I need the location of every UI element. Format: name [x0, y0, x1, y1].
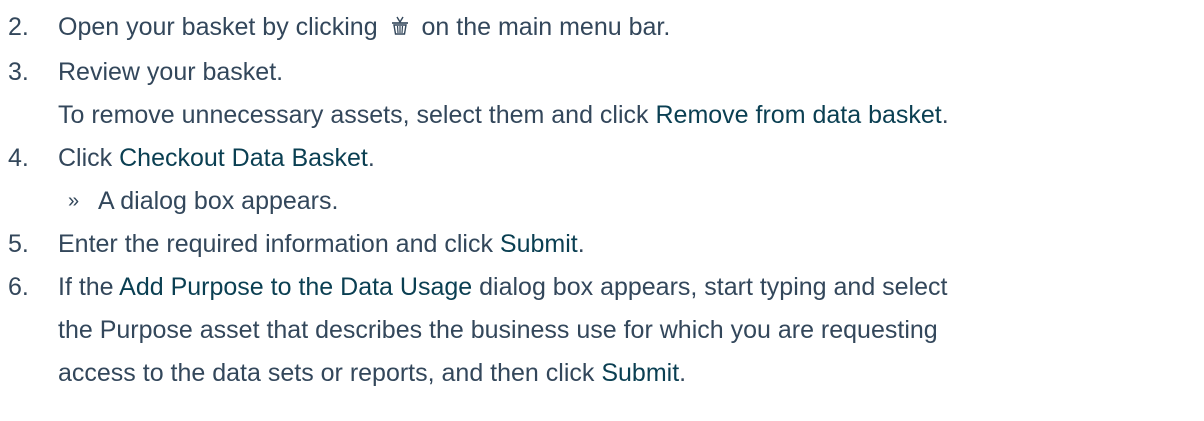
- result-text: A dialog box appears.: [98, 187, 339, 215]
- ui-label-submit: Submit: [499, 230, 578, 258]
- step-text: Enter the required information and click: [58, 230, 493, 258]
- step-text: Click: [58, 144, 113, 172]
- ui-label-remove-from-data-basket: Remove from data basket: [655, 101, 942, 129]
- step-number: 3.: [8, 58, 29, 86]
- result-marker: »: [68, 190, 80, 212]
- step-number: 4.: [8, 144, 29, 172]
- ui-label-add-purpose-dialog: Add Purpose to the Data Usage: [119, 273, 473, 301]
- step-text: Open your basket by clicking: [58, 13, 378, 41]
- step-text: Review your basket.: [58, 58, 284, 86]
- ui-label-checkout-data-basket: Checkout Data Basket: [119, 144, 368, 172]
- step-number: 5.: [8, 230, 29, 258]
- step-text: access to the data sets or reports, and …: [58, 359, 595, 387]
- step-text: the Purpose asset that describes the bus…: [58, 316, 938, 344]
- step-number: 6.: [8, 273, 29, 301]
- basket-icon: [391, 16, 408, 35]
- step-text-after: on the main menu bar.: [421, 13, 671, 41]
- step-text: If the: [58, 273, 114, 301]
- continuation-text: To remove unnecessary assets, select the…: [58, 101, 649, 129]
- ui-label-submit: Submit: [601, 359, 680, 387]
- step-number: 2.: [8, 13, 29, 41]
